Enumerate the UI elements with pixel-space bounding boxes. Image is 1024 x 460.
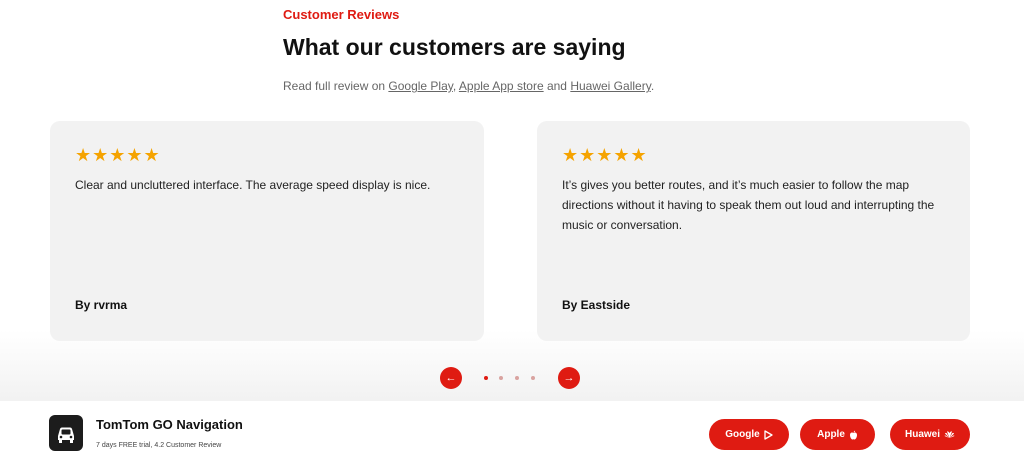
review-card: ★★★★★ It’s gives you better routes, and …: [537, 121, 970, 341]
google-play-link[interactable]: Google Play: [388, 79, 452, 93]
play-icon: [764, 429, 773, 440]
section-heading: What our customers are saying: [283, 34, 626, 60]
carousel-dot[interactable]: [531, 376, 535, 380]
huawei-icon: [944, 431, 955, 438]
google-button-label: Google: [725, 429, 760, 440]
app-icon: [49, 415, 83, 451]
review-text: It’s gives you better routes, and it’s m…: [562, 178, 935, 232]
carousel-next-button[interactable]: →: [558, 367, 580, 389]
review-sources-suffix: .: [650, 79, 655, 93]
review-author: By rvrma: [75, 298, 128, 312]
app-download-bar: TomTom GO Navigation 7 days FREE trial, …: [0, 401, 1024, 460]
huawei-button-label: Huawei: [904, 429, 940, 440]
review-author: By Eastside: [562, 298, 631, 312]
review-sources-prefix: Read full review on: [283, 79, 389, 93]
star-rating: ★★★★★: [75, 145, 161, 165]
carousel-dot[interactable]: [515, 376, 519, 380]
arrow-right-icon: →: [563, 372, 575, 384]
arrow-left-icon: ←: [445, 372, 457, 384]
review-sources-separator: and: [543, 79, 571, 93]
section-eyebrow: Customer Reviews: [283, 7, 400, 22]
apple-button-label: Apple: [817, 429, 845, 440]
apple-icon: [849, 430, 857, 439]
car-icon: [58, 427, 74, 443]
review-card: ★★★★★ Clear and uncluttered interface. T…: [50, 121, 484, 341]
app-subtitle: 7 days FREE trial, 4.2 Customer Review: [96, 442, 222, 449]
huawei-gallery-link[interactable]: Huawei Gallery: [570, 79, 650, 93]
star-rating: ★★★★★: [562, 145, 648, 165]
apple-app-store-link[interactable]: Apple App store: [459, 79, 544, 93]
google-play-button[interactable]: Google: [709, 419, 789, 450]
review-sources-text: Read full review on Google Play, Apple A…: [283, 79, 654, 93]
carousel-dot[interactable]: [484, 376, 488, 380]
review-text: Clear and uncluttered interface. The ave…: [75, 178, 431, 192]
carousel-dot[interactable]: [499, 376, 503, 380]
carousel-prev-button[interactable]: ←: [440, 367, 462, 389]
app-name: TomTom GO Navigation: [96, 417, 243, 432]
huawei-gallery-button[interactable]: Huawei: [890, 419, 970, 450]
apple-store-button[interactable]: Apple: [800, 419, 875, 450]
